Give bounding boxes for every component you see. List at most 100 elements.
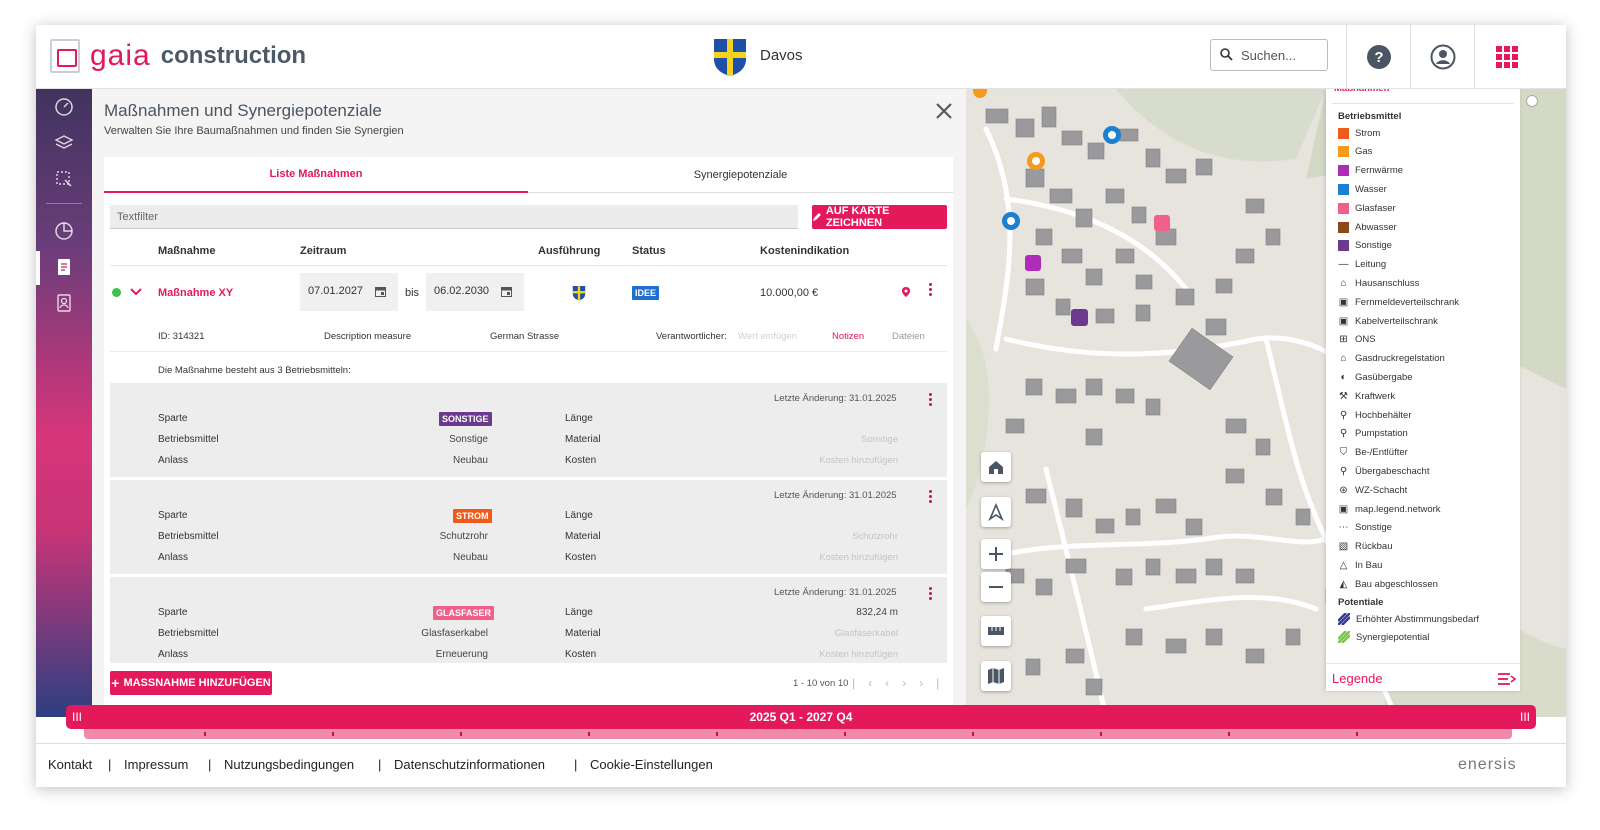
legend-toggle-icon[interactable]: [1498, 672, 1516, 686]
text-filter-input[interactable]: Textfilter: [110, 205, 798, 229]
legend-color-swatch: [1338, 183, 1349, 195]
column-header-kostenindikation[interactable]: Kostenindikation: [760, 245, 849, 257]
contacts-button[interactable]: [52, 291, 76, 315]
legend-item[interactable]: ⋯ Sonstige: [1338, 521, 1392, 535]
row-menu-icon[interactable]: [929, 283, 933, 298]
add-cost-input[interactable]: Kosten hinzufügen: [750, 649, 898, 660]
measure-description: Description measure: [324, 331, 412, 342]
ruler-button[interactable]: [981, 616, 1011, 646]
next-page-icon[interactable]: ›: [902, 676, 919, 690]
legend-item[interactable]: Wasser: [1338, 182, 1387, 196]
legend-item[interactable]: ◐ Gasübergabe: [1338, 370, 1412, 384]
legend-item[interactable]: ⌂ Hausanschluss: [1338, 276, 1419, 290]
last-page-icon[interactable]: ›|: [919, 676, 952, 690]
legend-symbol-icon: ⊞: [1339, 334, 1348, 346]
timeline-slider[interactable]: III 2025 Q1 - 2027 Q4 III: [66, 705, 1536, 729]
asset-menu-icon[interactable]: [929, 587, 933, 602]
label-laenge: Länge: [565, 607, 593, 618]
legend-item[interactable]: ▧ Rückbau: [1338, 540, 1393, 554]
search-input[interactable]: Suchen...: [1210, 39, 1328, 71]
pagination-controls[interactable]: |‹‹››|: [852, 676, 952, 690]
prev-page-icon[interactable]: ‹: [885, 676, 902, 690]
legend-item[interactable]: Sonstige: [1338, 239, 1392, 253]
measure-name-link[interactable]: Maßnahme XY: [158, 287, 233, 299]
legend-item[interactable]: △ In Bau: [1338, 558, 1383, 572]
user-button[interactable]: [1410, 25, 1474, 89]
responsible-label: Verantwortlicher:: [656, 331, 727, 342]
legend-item[interactable]: ▣ Fernmeldeverteilschrank: [1338, 295, 1459, 309]
legend-item[interactable]: ⚒ Kraftwerk: [1338, 389, 1395, 403]
files-link[interactable]: Dateien: [892, 331, 925, 342]
legend-item-potential[interactable]: Erhöhter Abstimmungsbedarf: [1338, 612, 1479, 626]
responsible-input[interactable]: Wert einfügen: [738, 331, 797, 342]
basemap-button[interactable]: [981, 661, 1011, 691]
column-header-zeitraum[interactable]: Zeitraum: [300, 245, 346, 257]
add-cost-input[interactable]: Kosten hinzufügen: [750, 552, 898, 563]
legend-item[interactable]: ▣ Kabelverteilschrank: [1338, 314, 1438, 328]
legend-item[interactable]: ⛉ Be-/Entlüfter: [1338, 446, 1408, 460]
legend-item[interactable]: ⚲ Hochbehälter: [1338, 408, 1412, 422]
chevron-down-icon[interactable]: [130, 287, 142, 297]
measures-button[interactable]: [52, 255, 76, 279]
close-icon[interactable]: [934, 101, 954, 121]
calendar-icon[interactable]: [375, 286, 386, 297]
legend-item[interactable]: ⌂ Gasdruckregelstation: [1338, 352, 1444, 366]
legend-item[interactable]: ⊛ WZ-Schacht: [1338, 483, 1407, 497]
select-area-button[interactable]: [52, 167, 76, 191]
timeline-right-handle[interactable]: III: [1520, 710, 1530, 724]
legend-item-label: In Bau: [1355, 559, 1383, 571]
calendar-icon[interactable]: [501, 286, 512, 297]
column-header-ausfuehrung[interactable]: Ausführung: [538, 245, 600, 257]
add-measure-button[interactable]: + MASSNAHME HINZUFÜGEN: [110, 671, 272, 695]
draw-on-map-button[interactable]: AUF KARTE ZEICHNEN: [812, 205, 947, 229]
home-view-button[interactable]: [981, 452, 1011, 482]
legend-item[interactable]: Strom: [1338, 126, 1380, 140]
zoom-out-button[interactable]: [981, 572, 1011, 602]
legend-item[interactable]: ⊞ ONS: [1338, 333, 1375, 347]
analysis-button[interactable]: [52, 219, 76, 243]
legend-scroll-handle[interactable]: [1526, 95, 1538, 107]
footer-link-datenschutz[interactable]: Datenschutzinformationen: [394, 757, 545, 772]
map-pin-icon[interactable]: [900, 286, 912, 298]
first-page-icon[interactable]: |‹: [852, 676, 885, 690]
laenge-value: 832,24 m: [856, 607, 898, 618]
timeline-track[interactable]: [84, 729, 1512, 739]
legend-item-potential[interactable]: Synergiepotential: [1338, 630, 1429, 644]
footer-link-cookies[interactable]: Cookie-Einstellungen: [590, 757, 713, 772]
legend-item[interactable]: Fernwärme: [1338, 164, 1403, 178]
legend-item[interactable]: ⚲ Übergabeschacht: [1338, 464, 1430, 478]
logo[interactable]: GAIA construction: [50, 39, 306, 73]
legend-item[interactable]: ⚲ Pumpstation: [1338, 427, 1408, 441]
timeline-left-handle[interactable]: III: [72, 710, 82, 724]
compass-button[interactable]: [981, 497, 1011, 527]
apps-menu-button[interactable]: [1474, 25, 1538, 89]
help-button[interactable]: ?: [1346, 25, 1410, 89]
layers-button[interactable]: [52, 131, 76, 155]
tab-synergiepotenziale[interactable]: Synergiepotenziale: [528, 157, 953, 193]
legend-item[interactable]: Gas: [1338, 145, 1372, 159]
tab-liste-massnahmen[interactable]: Liste Maßnahmen: [104, 157, 528, 193]
legend-item[interactable]: — Leitung: [1338, 258, 1387, 272]
legend-footer[interactable]: Legende: [1326, 663, 1520, 691]
dashboard-button[interactable]: [52, 95, 76, 119]
footer-link-nutzungsbedingungen[interactable]: Nutzungsbedingungen: [224, 757, 354, 772]
asset-menu-icon[interactable]: [929, 490, 933, 505]
material-value: Sonstige: [861, 434, 898, 445]
asset-menu-icon[interactable]: [929, 393, 933, 408]
legend-item[interactable]: Glasfaser: [1338, 201, 1396, 215]
logo-mark-icon: [50, 39, 80, 73]
legend-item-label: Pumpstation: [1355, 428, 1408, 440]
add-cost-input[interactable]: Kosten hinzufügen: [750, 455, 898, 466]
legend-item[interactable]: ▣ map.legend.network: [1338, 502, 1441, 516]
column-header-status[interactable]: Status: [632, 245, 666, 257]
notes-link[interactable]: Notizen: [832, 331, 864, 342]
footer-link-kontakt[interactable]: Kontakt: [48, 757, 92, 772]
zoom-in-button[interactable]: [981, 539, 1011, 569]
date-to-field[interactable]: 06.02.2030: [426, 273, 524, 311]
legend-item[interactable]: Abwasser: [1338, 220, 1397, 234]
column-header-massnahme[interactable]: Maßnahme: [158, 245, 215, 257]
date-from-field[interactable]: 07.01.2027: [300, 273, 398, 311]
footer-link-impressum[interactable]: Impressum: [124, 757, 188, 772]
pagination-info: 1 - 10 von 10: [793, 678, 849, 689]
legend-item[interactable]: ◭ Bau abgeschlossen: [1338, 577, 1438, 591]
